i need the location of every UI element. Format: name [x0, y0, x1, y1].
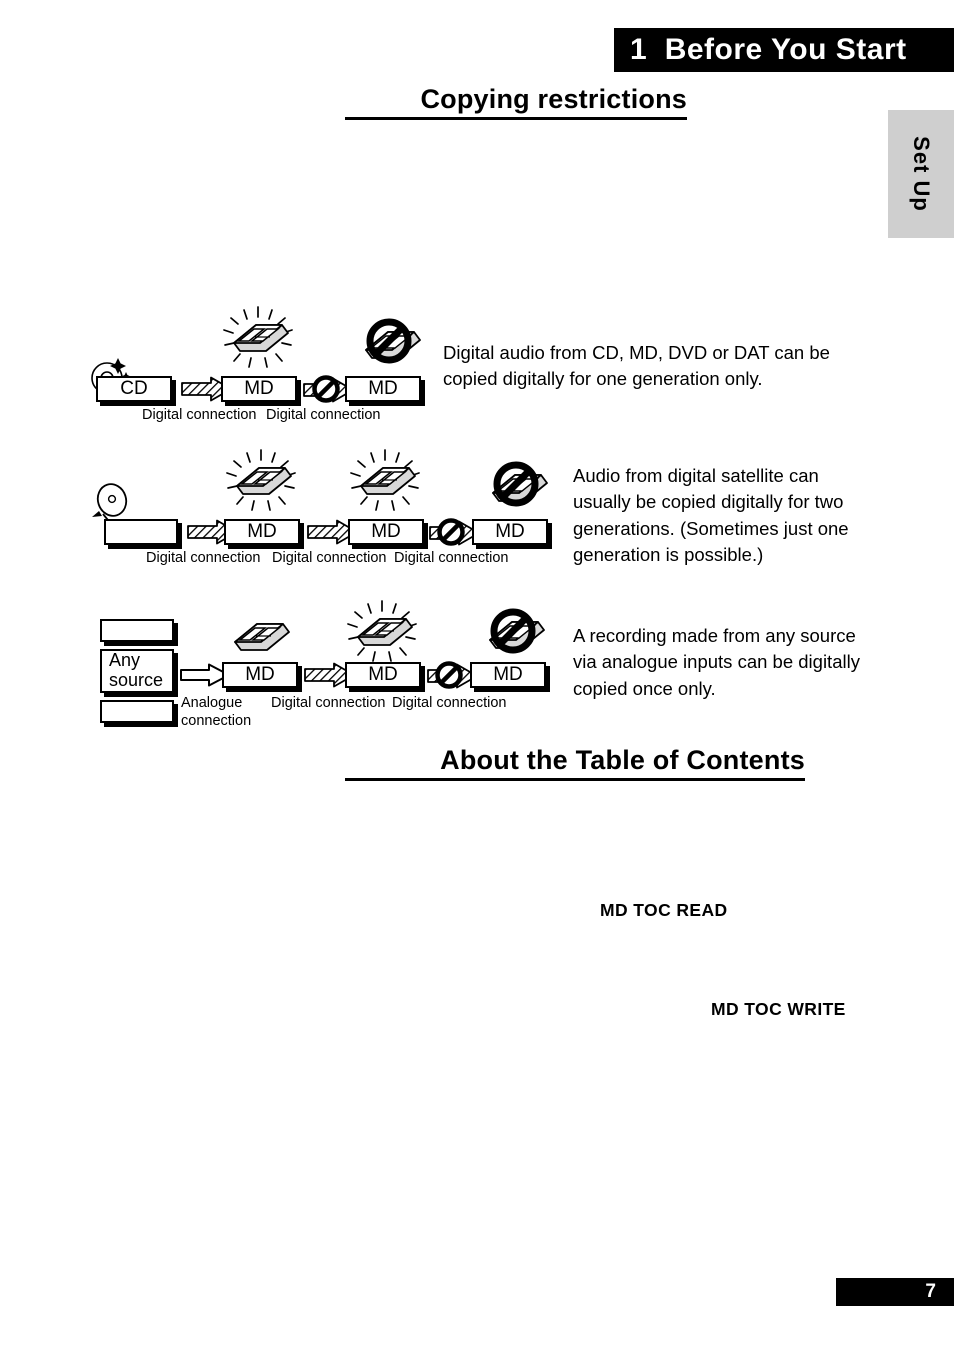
- side-tab-set-up: Set Up: [888, 110, 954, 238]
- connection-label-1-1: Digital connection: [142, 407, 257, 423]
- device-box-satellite-source: [104, 519, 178, 545]
- device-box-md-3-label: MD: [247, 521, 277, 542]
- connection-label-1-2: Digital connection: [266, 407, 381, 423]
- chapter-banner: 1 Before You Start: [614, 28, 954, 72]
- device-box-md-6: MD: [222, 662, 298, 688]
- device-box-md-1-label: MD: [244, 378, 274, 399]
- device-box-md-3: MD: [224, 519, 300, 545]
- device-box-md-1: MD: [221, 376, 297, 402]
- device-box-md-5: MD: [472, 519, 548, 545]
- device-box-md-4-label: MD: [371, 521, 401, 542]
- md-disc-prohibited-icon-3: [472, 598, 556, 664]
- connection-label-3-1: Analogue connection: [181, 695, 252, 730]
- connection-label-2-1: Digital connection: [146, 550, 261, 566]
- device-box-any-source-line1: Any: [109, 650, 141, 671]
- section-heading-about-table-of-contents: About the Table of Contents: [345, 745, 805, 781]
- md-disc-shining-icon-4: [340, 599, 424, 665]
- connection-label-2-3: Digital connection: [394, 550, 509, 566]
- chapter-number: 1: [630, 33, 647, 66]
- page-number: 7: [925, 1281, 936, 1302]
- connection-label-3-2: Digital connection: [271, 695, 386, 711]
- connection-label-3-3: Digital connection: [392, 695, 507, 711]
- device-box-md-8: MD: [470, 662, 546, 688]
- prohibition-small-icon-3: [434, 660, 464, 690]
- device-box-md-2: MD: [345, 376, 421, 402]
- device-box-md-7-label: MD: [368, 664, 398, 685]
- device-box-md-4: MD: [348, 519, 424, 545]
- md-disc-shining-icon-3: [343, 448, 427, 514]
- device-box-md-8-label: MD: [493, 664, 523, 685]
- device-box-md-5-label: MD: [495, 521, 525, 542]
- md-disc-plain-icon: [217, 604, 301, 670]
- section-heading-about-table-of-contents-text: About the Table of Contents: [440, 745, 805, 775]
- connection-label-2-2: Digital connection: [272, 550, 387, 566]
- section-heading-copying-restrictions-text: Copying restrictions: [420, 84, 687, 114]
- paragraph-satellite-copy-rule: Audio from digital satellite can usually…: [573, 465, 849, 565]
- md-disc-shining-icon-1: [216, 305, 300, 371]
- prohibition-small-icon-1: [311, 374, 341, 404]
- device-box-any-source-line2: source: [109, 670, 164, 690]
- paragraph-cd-copy-rule: Digital audio from CD, MD, DVD or DAT ca…: [443, 342, 830, 390]
- device-box-any-source-top: [100, 619, 174, 642]
- side-tab-label: Set Up: [909, 136, 934, 212]
- md-disc-prohibited-icon-2: [475, 451, 559, 517]
- paragraph-analogue-copy-rule: A recording made from any source via ana…: [573, 625, 860, 699]
- prohibition-small-icon-2: [436, 517, 466, 547]
- device-box-md-2-label: MD: [368, 378, 398, 399]
- chapter-title: Before You Start: [664, 33, 907, 66]
- toc-term-md-toc-read: MD TOC READ: [600, 900, 728, 920]
- footer-page-bar: 7: [836, 1278, 954, 1306]
- md-disc-prohibited-icon-1: [348, 308, 432, 374]
- device-box-any-source: Any source: [100, 649, 174, 693]
- section-heading-copying-restrictions: Copying restrictions: [345, 84, 687, 120]
- md-disc-shining-icon-2: [219, 448, 303, 514]
- toc-term-md-toc-write: MD TOC WRITE: [711, 999, 846, 1019]
- device-box-md-6-label: MD: [245, 664, 275, 685]
- device-box-cd-label: CD: [120, 378, 148, 399]
- device-box-cd: CD: [96, 376, 172, 402]
- device-box-any-source-bottom: [100, 700, 174, 723]
- device-box-md-7: MD: [345, 662, 421, 688]
